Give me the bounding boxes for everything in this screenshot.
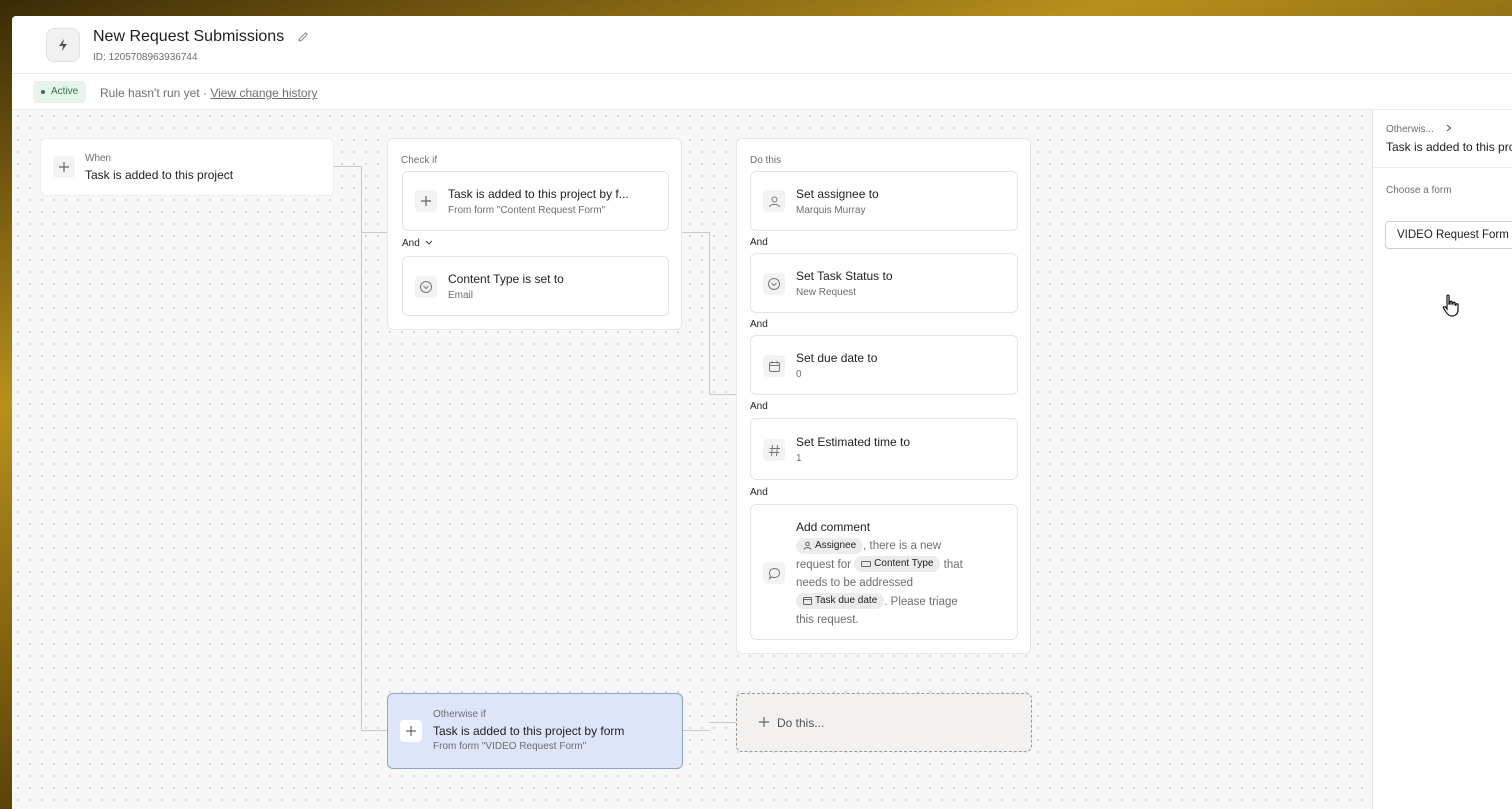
comment-bubble-icon xyxy=(763,562,785,584)
form-select-value: VIDEO Request Form xyxy=(1397,229,1509,241)
connector-line xyxy=(709,232,710,394)
action-subtitle: 1 xyxy=(796,453,802,464)
connector-line xyxy=(334,166,361,167)
connector-line xyxy=(682,232,709,233)
active-dot-icon xyxy=(41,90,45,94)
pointer-cursor-icon xyxy=(1441,294,1461,323)
connector-line xyxy=(361,166,362,731)
otherwise-if-subtitle: From form "VIDEO Request Form" xyxy=(433,741,587,752)
action-subtitle: 0 xyxy=(796,369,802,380)
form-select[interactable]: VIDEO Request Form xyxy=(1385,221,1512,249)
bolt-icon xyxy=(46,28,80,62)
task-due-date-chip: Task due date xyxy=(796,593,885,610)
side-panel-divider xyxy=(1373,167,1512,168)
when-label: When xyxy=(85,153,112,164)
condition-form-item[interactable]: Task is added to this project by f... Fr… xyxy=(402,171,669,231)
connector-line xyxy=(682,730,709,731)
otherwise-if-title: Task is added to this project by form xyxy=(433,724,625,738)
status-bar: Active Rule hasn't run yet · View change… xyxy=(12,74,1512,110)
assignee-chip: Assignee xyxy=(796,537,864,554)
rule-header: New Request Submissions ID: 120570896393… xyxy=(12,16,1512,74)
otherwise-if-label: Otherwise if xyxy=(433,709,486,720)
active-status-badge[interactable]: Active xyxy=(33,81,87,103)
add-icon[interactable] xyxy=(415,190,437,212)
check-if-label: Check if xyxy=(401,155,438,166)
dropdown-circle-icon xyxy=(415,276,437,298)
condition-content-type-item[interactable]: Content Type is set to Email xyxy=(402,256,669,316)
hash-icon xyxy=(763,439,785,461)
run-status-text: Rule hasn't run yet · View change histor… xyxy=(100,86,318,100)
when-trigger-card[interactable]: When Task is added to this project xyxy=(40,138,334,196)
connector-line xyxy=(709,394,736,395)
add-action-placeholder[interactable]: Do this... xyxy=(736,693,1032,752)
comment-body: Assignee, there is a new request for Con… xyxy=(796,537,963,626)
rule-editor-window: New Request Submissions ID: 120570896393… xyxy=(12,16,1512,809)
action-add-comment[interactable]: Add comment Assignee, there is a new req… xyxy=(750,504,1018,640)
action-set-assignee[interactable]: Set assignee to Marquis Murray xyxy=(750,171,1018,231)
action-title: Set due date to xyxy=(796,351,878,365)
content-type-chip: Content Type xyxy=(854,556,941,573)
add-icon[interactable] xyxy=(400,720,422,742)
dropdown-circle-icon xyxy=(763,273,785,295)
rule-title[interactable]: New Request Submissions xyxy=(93,28,284,46)
calendar-icon xyxy=(763,355,785,377)
condition-title: Content Type is set to xyxy=(448,272,564,286)
do-this-placeholder-label: Do this... xyxy=(777,716,825,730)
condition-subtitle: From form "Content Request Form" xyxy=(448,205,606,216)
and-dropdown[interactable]: And xyxy=(402,238,433,249)
action-title: Set Task Status to xyxy=(796,269,893,283)
chevron-right-icon xyxy=(1446,124,1451,132)
action-set-estimated-time[interactable]: Set Estimated time to 1 xyxy=(750,418,1018,480)
check-if-panel: Check if Task is added to this project b… xyxy=(387,138,682,330)
add-icon[interactable] xyxy=(53,156,75,178)
action-set-task-status[interactable]: Set Task Status to New Request xyxy=(750,253,1018,313)
condition-subtitle: Email xyxy=(448,290,474,301)
when-trigger-text: Task is added to this project xyxy=(85,168,234,182)
action-set-due-date[interactable]: Set due date to 0 xyxy=(750,335,1018,395)
active-badge-label: Active xyxy=(51,86,79,97)
side-panel: Otherwis... Task is added to this pro Ch… xyxy=(1372,110,1512,809)
side-panel-title: Task is added to this pro xyxy=(1386,140,1512,154)
run-status-label: Rule hasn't run yet · xyxy=(100,86,211,100)
choose-form-label: Choose a form xyxy=(1386,185,1452,196)
rule-id: ID: 1205708963936744 xyxy=(93,52,198,63)
and-label: And xyxy=(750,401,768,412)
side-breadcrumb[interactable]: Otherwis... xyxy=(1386,124,1453,135)
plus-icon xyxy=(759,717,769,727)
connector-line xyxy=(709,722,736,723)
action-title: Set Estimated time to xyxy=(796,435,911,449)
action-subtitle: New Request xyxy=(796,287,857,298)
connector-line xyxy=(361,232,387,233)
rule-canvas[interactable]: When Task is added to this project Check… xyxy=(12,110,1372,809)
do-this-panel: Do this Set assignee to Marquis Murray A… xyxy=(736,138,1031,654)
action-title: Set assignee to xyxy=(796,187,879,201)
edit-title-pencil-icon[interactable] xyxy=(297,30,309,48)
person-icon xyxy=(763,190,785,212)
and-label: And xyxy=(402,238,420,249)
and-label: And xyxy=(750,237,768,248)
and-label: And xyxy=(750,319,768,330)
otherwise-if-card[interactable]: Otherwise if Task is added to this proje… xyxy=(387,693,683,769)
connector-line xyxy=(361,730,387,731)
condition-title: Task is added to this project by f... xyxy=(448,187,629,201)
view-change-history-link[interactable]: View change history xyxy=(210,86,317,100)
action-title: Add comment xyxy=(796,520,871,534)
breadcrumb-label: Otherwis... xyxy=(1386,124,1434,135)
action-subtitle: Marquis Murray xyxy=(796,205,866,216)
and-label: And xyxy=(750,487,768,498)
chevron-down-icon xyxy=(425,240,432,245)
do-this-label: Do this xyxy=(750,155,782,166)
